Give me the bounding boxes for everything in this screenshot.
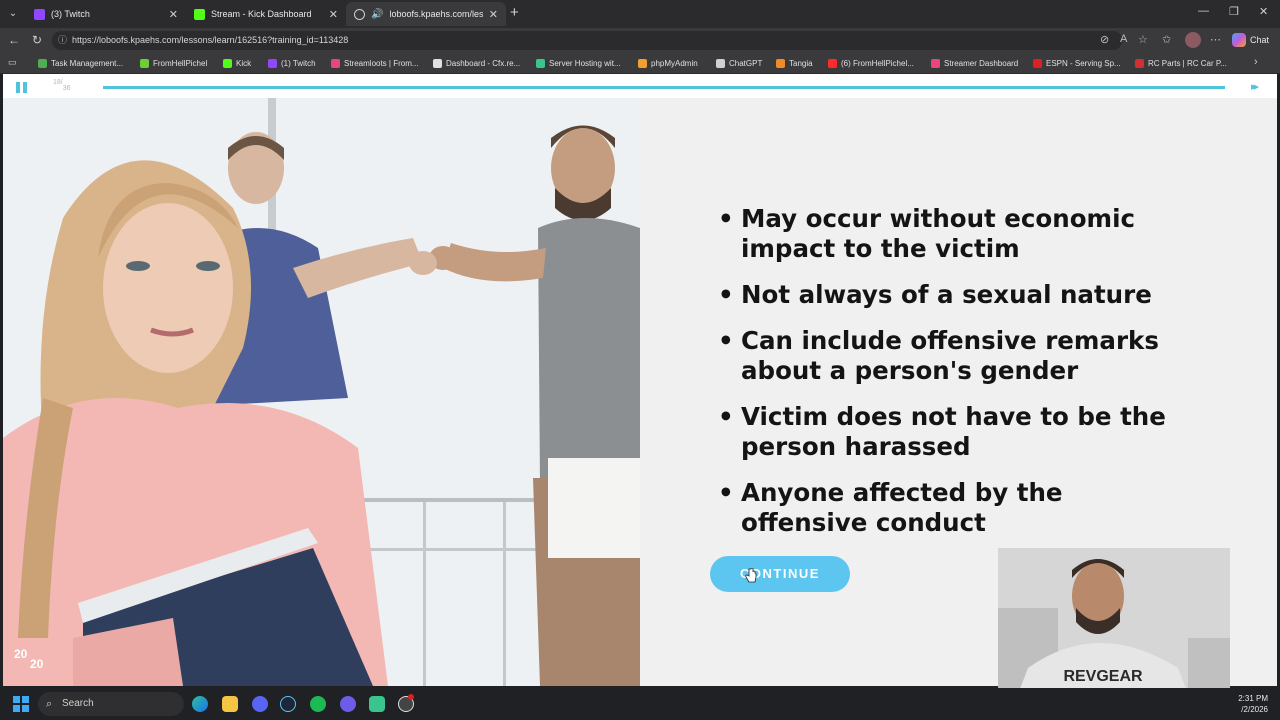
- profile-avatar[interactable]: [1185, 32, 1201, 48]
- bookmark-item[interactable]: Task Management...: [38, 56, 123, 71]
- close-window-button[interactable]: ✕: [1259, 5, 1268, 18]
- back-button[interactable]: ←: [8, 33, 20, 47]
- lesson-toolbar: 18/36 ▸▸: [3, 74, 1277, 98]
- discord-icon[interactable]: [252, 696, 268, 712]
- slide-counter: 18/36: [53, 79, 71, 92]
- bookmarks-folder-icon[interactable]: ▭: [8, 57, 17, 68]
- minimize-button[interactable]: —: [1198, 5, 1209, 17]
- pause-icon[interactable]: [16, 82, 28, 93]
- people-illustration: [3, 98, 640, 686]
- tab-bar: ⌄ (3) Twitch ✕ Stream - Kick Dashboard ✕…: [0, 0, 1280, 28]
- spotify-icon[interactable]: [310, 696, 326, 712]
- windows-start-icon[interactable]: [13, 696, 29, 712]
- file-explorer-icon[interactable]: [222, 696, 238, 712]
- search-icon: ⌕: [46, 698, 53, 710]
- bookmark-item[interactable]: FromHellPichel: [140, 56, 207, 71]
- close-tab-icon[interactable]: ✕: [489, 8, 498, 21]
- tab-twitch[interactable]: (3) Twitch ✕: [26, 2, 186, 26]
- bullet-item: May occur without economic impact to the…: [716, 204, 1196, 264]
- read-aloud-icon[interactable]: A: [1120, 33, 1127, 45]
- bullet-item: Anyone affected by the offensive conduct: [716, 478, 1196, 538]
- tracking-icon[interactable]: ⊘: [1100, 33, 1109, 46]
- tab-kick[interactable]: Stream - Kick Dashboard ✕: [186, 2, 346, 26]
- refresh-button[interactable]: ↻: [32, 33, 42, 47]
- shirt-logo: REVGEAR: [1063, 668, 1143, 685]
- bookmarks-bar: ▭ Task Management... FromHellPichel Kick…: [0, 53, 1280, 74]
- more-menu-icon[interactable]: ⋯: [1210, 33, 1221, 46]
- bookmark-item[interactable]: Streamloots | From...: [331, 56, 419, 71]
- lesson-progress-bar: [103, 86, 1225, 89]
- address-input[interactable]: ⓘ https://loboofs.kpaehs.com/lessons/lea…: [52, 31, 1122, 50]
- bookmark-item[interactable]: phpMyAdmin: [638, 56, 698, 71]
- slide-photo: [3, 98, 640, 686]
- bullet-item: Not always of a sexual nature: [716, 280, 1196, 310]
- globe-icon: [354, 8, 365, 20]
- maximize-button[interactable]: ❐: [1229, 5, 1239, 18]
- recording-badge: [408, 694, 414, 700]
- bullet-item: Can include offensive remarks about a pe…: [716, 326, 1196, 386]
- hand-cursor-icon: [745, 568, 757, 583]
- bookmarks-overflow-icon[interactable]: ›: [1254, 56, 1258, 68]
- steam-icon[interactable]: [280, 696, 296, 712]
- continue-button[interactable]: CONTINUE: [710, 556, 850, 592]
- favorite-star-icon[interactable]: ☆: [1138, 33, 1148, 46]
- close-tab-icon[interactable]: ✕: [329, 8, 338, 21]
- tab-lesson[interactable]: 🔊 loboofs.kpaehs.com/lessons/l ✕: [346, 2, 506, 26]
- kick-icon: [194, 8, 205, 20]
- address-toolbar: ← ↻ ⓘ https://loboofs.kpaehs.com/lessons…: [0, 28, 1280, 53]
- site-info-icon[interactable]: ⓘ: [58, 31, 67, 50]
- copilot-icon: [1232, 33, 1246, 47]
- copilot-chat-button[interactable]: Chat: [1232, 31, 1269, 49]
- bullet-item: Victim does not have to be the person ha…: [716, 402, 1196, 462]
- app-icon[interactable]: [340, 696, 356, 712]
- taskbar-search[interactable]: ⌕ Search: [38, 692, 184, 716]
- speaker-icon[interactable]: 🔊: [371, 9, 383, 20]
- bookmark-item[interactable]: Kick: [223, 56, 251, 71]
- bookmark-item[interactable]: ChatGPT: [716, 56, 762, 71]
- tab-actions-button[interactable]: ⌄: [4, 4, 22, 24]
- bookmark-item[interactable]: RC Parts | RC Car P...: [1135, 56, 1227, 71]
- bookmark-item[interactable]: ESPN - Serving Sp...: [1033, 56, 1121, 71]
- close-tab-icon[interactable]: ✕: [169, 8, 178, 21]
- logo-2020: 20 20: [14, 647, 44, 671]
- system-clock[interactable]: 2:31 PM /2/2026: [1232, 693, 1268, 715]
- bookmark-item[interactable]: Dashboard - Cfx.re...: [433, 56, 520, 71]
- bookmark-item[interactable]: Streamer Dashboard: [931, 56, 1018, 71]
- twitch-icon: [34, 8, 45, 20]
- skip-forward-icon[interactable]: ▸▸: [1251, 80, 1259, 93]
- app-icon[interactable]: [369, 696, 385, 712]
- bookmark-item[interactable]: Tangia: [776, 56, 813, 71]
- new-tab-button[interactable]: +: [510, 4, 519, 21]
- bookmark-item[interactable]: (1) Twitch: [268, 56, 316, 71]
- taskbar: ⌕ Search: [0, 688, 1280, 720]
- edge-icon[interactable]: [192, 696, 208, 712]
- favorites-icon[interactable]: ✩: [1162, 33, 1171, 46]
- progress-fill: [103, 86, 1225, 89]
- bookmark-item[interactable]: (6) FromHellPichel...: [828, 56, 914, 71]
- bullet-list: May occur without economic impact to the…: [716, 204, 1196, 554]
- bookmark-item[interactable]: Server Hosting wit...: [536, 56, 621, 71]
